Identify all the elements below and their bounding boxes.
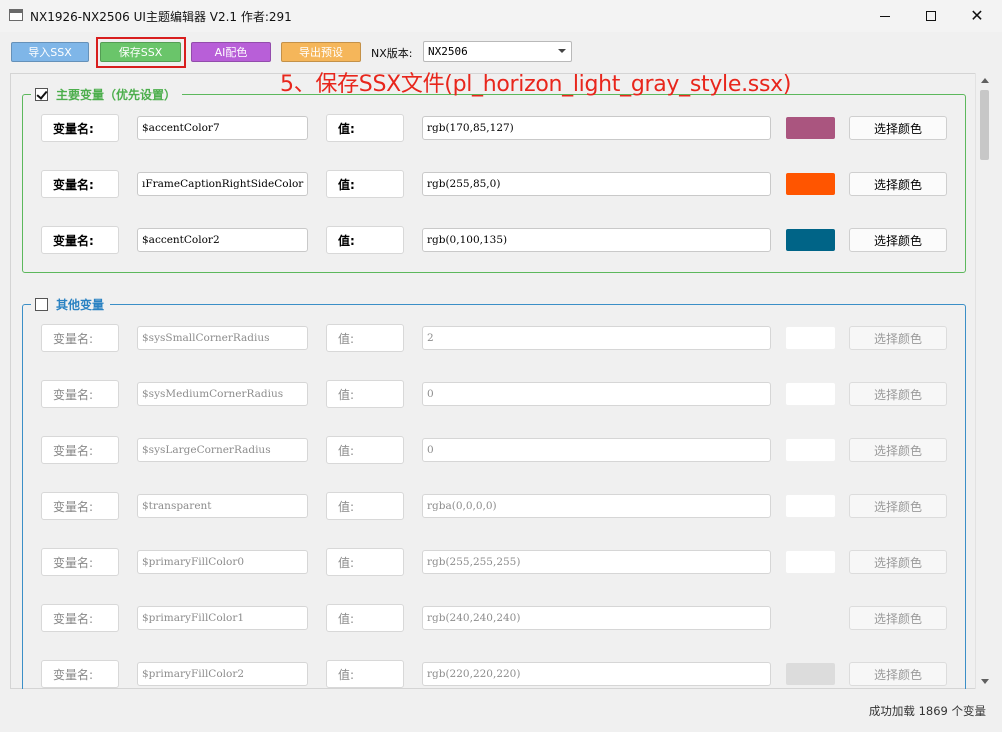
- color-swatch[interactable]: [786, 663, 835, 685]
- var-name-input[interactable]: $accentColor7: [137, 116, 308, 140]
- variable-row: 变量名: ıFrameCaptionRightSideColor 值: rgb(…: [41, 170, 947, 198]
- minimize-button[interactable]: [862, 0, 908, 32]
- title-bar: NX1926-NX2506 UI主题编辑器 V2.1 作者:291 ✕: [0, 0, 1002, 32]
- var-name-input[interactable]: $sysSmallCornerRadius: [137, 326, 308, 350]
- var-name-label: 变量名:: [41, 436, 119, 464]
- var-value-label: 值:: [326, 660, 404, 688]
- primary-group-checkbox[interactable]: [35, 88, 48, 101]
- version-label: NX版本:: [371, 47, 413, 60]
- variable-row: 变量名: $sysMediumCornerRadius 值: 0 选择颜色: [41, 380, 947, 408]
- color-swatch[interactable]: [786, 383, 835, 405]
- var-value-input[interactable]: 0: [422, 438, 771, 462]
- var-value-input[interactable]: 0: [422, 382, 771, 406]
- var-name-label: 变量名:: [41, 660, 119, 688]
- var-value-label: 值:: [326, 324, 404, 352]
- var-name-label: 变量名:: [41, 324, 119, 352]
- variable-row: 变量名: $accentColor2 值: rgb(0,100,135) 选择颜…: [41, 226, 947, 254]
- variable-row: 变量名: $transparent 值: rgba(0,0,0,0) 选择颜色: [41, 492, 947, 520]
- var-name-label: 变量名:: [41, 226, 119, 254]
- color-swatch[interactable]: [786, 495, 835, 517]
- choose-color-button[interactable]: 选择颜色: [849, 606, 947, 630]
- version-select[interactable]: NX2506: [423, 41, 572, 62]
- variable-row: 变量名: $accentColor7 值: rgb(170,85,127) 选择…: [41, 114, 947, 142]
- color-swatch[interactable]: [786, 173, 835, 195]
- color-swatch[interactable]: [786, 117, 835, 139]
- var-value-input[interactable]: rgb(220,220,220): [422, 662, 771, 686]
- var-value-input[interactable]: rgba(0,0,0,0): [422, 494, 771, 518]
- choose-color-button[interactable]: 选择颜色: [849, 662, 947, 686]
- choose-color-button[interactable]: 选择颜色: [849, 550, 947, 574]
- var-value-input[interactable]: rgb(0,100,135): [422, 228, 771, 252]
- ai-color-button[interactable]: AI配色: [191, 42, 271, 62]
- choose-color-button[interactable]: 选择颜色: [849, 494, 947, 518]
- status-bar: [0, 689, 1002, 732]
- choose-color-button[interactable]: 选择颜色: [849, 116, 947, 140]
- variable-row: 变量名: $sysSmallCornerRadius 值: 2 选择颜色: [41, 324, 947, 352]
- var-name-label: 变量名:: [41, 492, 119, 520]
- var-value-input[interactable]: rgb(240,240,240): [422, 606, 771, 630]
- version-select-value: NX2506: [428, 45, 468, 58]
- var-name-label: 变量名:: [41, 170, 119, 198]
- choose-color-button[interactable]: 选择颜色: [849, 382, 947, 406]
- other-group-title: 其他变量: [56, 298, 105, 312]
- window-title: NX1926-NX2506 UI主题编辑器 V2.1 作者:291: [30, 10, 292, 24]
- color-swatch[interactable]: [786, 229, 835, 251]
- save-ssx-button[interactable]: 保存SSX: [100, 42, 181, 62]
- var-name-input[interactable]: $transparent: [137, 494, 308, 518]
- other-group-checkbox[interactable]: [35, 298, 48, 311]
- choose-color-button[interactable]: 选择颜色: [849, 172, 947, 196]
- primary-group-title: 主要变量（优先设置）: [56, 88, 177, 102]
- var-value-input[interactable]: 2: [422, 326, 771, 350]
- minimize-icon: [880, 15, 890, 17]
- var-value-label: 值:: [326, 380, 404, 408]
- var-name-label: 变量名:: [41, 114, 119, 142]
- import-ssx-button[interactable]: 导入SSX: [11, 42, 89, 62]
- step-annotation: 5、保存SSX文件(pl_horizon_light_gray_style.ss…: [280, 72, 792, 97]
- color-swatch[interactable]: [786, 607, 835, 629]
- var-name-input[interactable]: $sysLargeCornerRadius: [137, 438, 308, 462]
- chevron-down-icon: [558, 49, 566, 53]
- var-value-label: 值:: [326, 492, 404, 520]
- var-name-input[interactable]: $accentColor2: [137, 228, 308, 252]
- variable-row: 变量名: $primaryFillColor2 值: rgb(220,220,2…: [41, 660, 947, 688]
- var-name-input[interactable]: ıFrameCaptionRightSideColor: [137, 172, 308, 196]
- close-icon: ✕: [970, 6, 984, 25]
- color-swatch[interactable]: [786, 439, 835, 461]
- variable-row: 变量名: $primaryFillColor0 值: rgb(255,255,2…: [41, 548, 947, 576]
- var-name-label: 变量名:: [41, 548, 119, 576]
- choose-color-button[interactable]: 选择颜色: [849, 228, 947, 252]
- variable-row: 变量名: $primaryFillColor1 值: rgb(240,240,2…: [41, 604, 947, 632]
- var-name-label: 变量名:: [41, 604, 119, 632]
- color-swatch[interactable]: [786, 551, 835, 573]
- var-value-label: 值:: [326, 436, 404, 464]
- var-value-label: 值:: [326, 114, 404, 142]
- vertical-scrollbar[interactable]: [975, 73, 993, 689]
- scrollbar-thumb[interactable]: [980, 90, 989, 160]
- choose-color-button[interactable]: 选择颜色: [849, 326, 947, 350]
- var-value-label: 值:: [326, 170, 404, 198]
- var-name-input[interactable]: $sysMediumCornerRadius: [137, 382, 308, 406]
- status-text: 成功加载 1869 个变量: [868, 704, 986, 718]
- var-value-input[interactable]: rgb(255,255,255): [422, 550, 771, 574]
- var-name-input[interactable]: $primaryFillColor0: [137, 550, 308, 574]
- variable-row: 变量名: $sysLargeCornerRadius 值: 0 选择颜色: [41, 436, 947, 464]
- var-name-input[interactable]: $primaryFillColor1: [137, 606, 308, 630]
- var-name-input[interactable]: $primaryFillColor2: [137, 662, 308, 686]
- export-preset-button[interactable]: 导出预设: [281, 42, 361, 62]
- app-window-icon: [9, 9, 23, 21]
- choose-color-button[interactable]: 选择颜色: [849, 438, 947, 462]
- scroll-up-icon[interactable]: [981, 78, 989, 83]
- close-button[interactable]: ✕: [954, 0, 1000, 32]
- maximize-button[interactable]: [908, 0, 954, 32]
- var-name-label: 变量名:: [41, 380, 119, 408]
- color-swatch[interactable]: [786, 327, 835, 349]
- maximize-icon: [926, 11, 936, 21]
- var-value-label: 值:: [326, 226, 404, 254]
- var-value-label: 值:: [326, 548, 404, 576]
- var-value-label: 值:: [326, 604, 404, 632]
- var-value-input[interactable]: rgb(170,85,127): [422, 116, 771, 140]
- scroll-down-icon[interactable]: [981, 679, 989, 684]
- var-value-input[interactable]: rgb(255,85,0): [422, 172, 771, 196]
